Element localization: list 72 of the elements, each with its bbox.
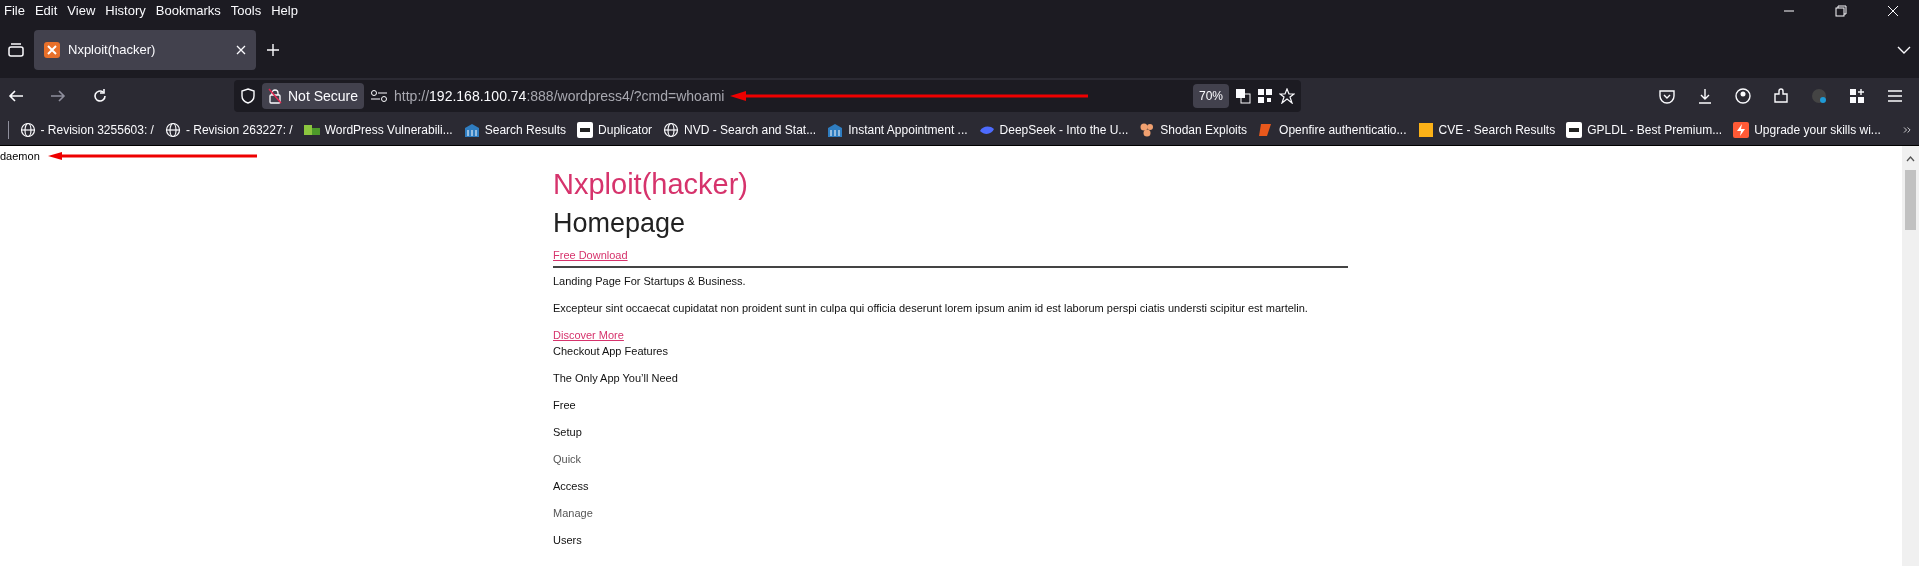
paragraph: Access <box>553 478 590 493</box>
menu-item[interactable]: File <box>4 1 25 21</box>
url-text[interactable]: http://192.168.100.74:888/wordpress4/?cmd=whoami <box>394 85 725 107</box>
logo-icon <box>577 121 594 138</box>
address-bar[interactable]: Not Secure http://192.168.100.74:888/wordpress4/?cmd=whoami 70% <box>234 80 1301 112</box>
menu-item[interactable]: Edit <box>34 1 58 21</box>
tab-list-icon[interactable] <box>8 42 24 58</box>
page-heading: Homepage <box>553 207 687 240</box>
star-icon[interactable] <box>1279 88 1295 104</box>
scrollbar-thumb[interactable] <box>1905 170 1916 230</box>
paragraph: Landing Page For Startups & Business. <box>553 273 747 288</box>
bookmark[interactable]: Shodan Exploits <box>1139 120 1248 139</box>
puzzle-icon[interactable] <box>1773 88 1789 104</box>
paragraph: Setup <box>553 424 583 439</box>
lock-icon <box>268 88 282 104</box>
paragraph: The Only App You’ll Need <box>553 370 679 385</box>
bookmark[interactable]: Openfire authenticatio... <box>1258 120 1407 139</box>
site-icon <box>44 42 60 58</box>
bookmark[interactable]: Instant Appointment ... <box>827 120 968 139</box>
menu-item[interactable]: History <box>105 1 146 21</box>
new-tab-icon[interactable] <box>266 43 280 57</box>
scrollbar[interactable] <box>1902 146 1919 566</box>
tab-title: Nxploit(hacker) <box>68 41 157 60</box>
menu-item[interactable]: Help <box>271 1 298 21</box>
site-title: Nxploit(hacker) <box>553 166 749 202</box>
zoom-level-button[interactable]: 70% <box>1192 84 1229 108</box>
building-icon <box>827 121 844 138</box>
paragraph: Manage <box>553 505 594 520</box>
paragraph: Checkout App Features <box>553 343 669 358</box>
paragraph: Quick <box>553 451 583 466</box>
bookmark[interactable]: - Revision 3255603: / <box>19 120 154 139</box>
command-output: daemon <box>0 149 40 164</box>
chevron-down-icon[interactable] <box>1897 45 1911 55</box>
grid-plus-icon[interactable] <box>1849 88 1865 104</box>
bookmark[interactable]: Search Results <box>463 120 567 139</box>
permissions-icon[interactable] <box>370 89 389 103</box>
browser-tab[interactable]: Nxploit(hacker) <box>34 30 256 70</box>
reload-icon[interactable] <box>92 88 108 104</box>
bookmark[interactable]: NVD - Search and Stat... <box>663 120 817 139</box>
bookmark[interactable]: GPLDL - Best Premium... <box>1566 120 1723 139</box>
menu-item[interactable]: Bookmarks <box>155 1 221 21</box>
close-icon[interactable] <box>1887 5 1899 17</box>
download-icon[interactable] <box>1697 88 1713 104</box>
paragraph: Users <box>553 532 583 547</box>
link[interactable]: Free Download <box>553 247 1348 262</box>
pocket-icon[interactable] <box>1659 88 1675 104</box>
back-icon[interactable] <box>8 88 24 104</box>
shield-icon[interactable] <box>240 88 256 104</box>
bookmark[interactable]: WordPress Vulnerabili... <box>303 120 453 139</box>
menu-item[interactable]: View <box>67 1 96 21</box>
account-icon[interactable] <box>1735 88 1751 104</box>
restore-icon[interactable] <box>1835 5 1847 17</box>
logo-icon <box>1566 121 1583 138</box>
building-icon <box>463 121 480 138</box>
translate-icon[interactable] <box>1235 88 1251 104</box>
bookmark[interactable]: Duplicator <box>577 120 653 139</box>
link[interactable]: Discover More <box>553 327 1348 342</box>
menu-item[interactable]: Tools <box>230 1 262 21</box>
close-icon[interactable] <box>236 45 246 55</box>
qr-code-icon[interactable] <box>1257 88 1273 104</box>
bookmark[interactable]: Upgrade your skills wi... <box>1733 120 1881 139</box>
paragraph: Free <box>553 397 577 412</box>
menu-icon[interactable] <box>1887 89 1903 103</box>
square-icon <box>1417 121 1434 138</box>
bookmark[interactable]: CVE - Search Results <box>1417 120 1556 139</box>
dots-icon <box>1139 121 1156 138</box>
paragraph: Excepteur sint occaecat cupidatat non proident sunt in culpa qui officia deserunt lorem ipsum anim id est laborum perspi ciatis understi scipitur est martelin. <box>553 300 1309 315</box>
bookmark[interactable]: DeepSeek - Into the U... <box>978 120 1129 139</box>
bookmark[interactable]: - Revision 263227: / <box>164 120 293 139</box>
forward-icon[interactable] <box>50 88 66 104</box>
security-button[interactable]: Not Secure <box>262 83 365 109</box>
bolt-icon <box>1733 121 1750 138</box>
